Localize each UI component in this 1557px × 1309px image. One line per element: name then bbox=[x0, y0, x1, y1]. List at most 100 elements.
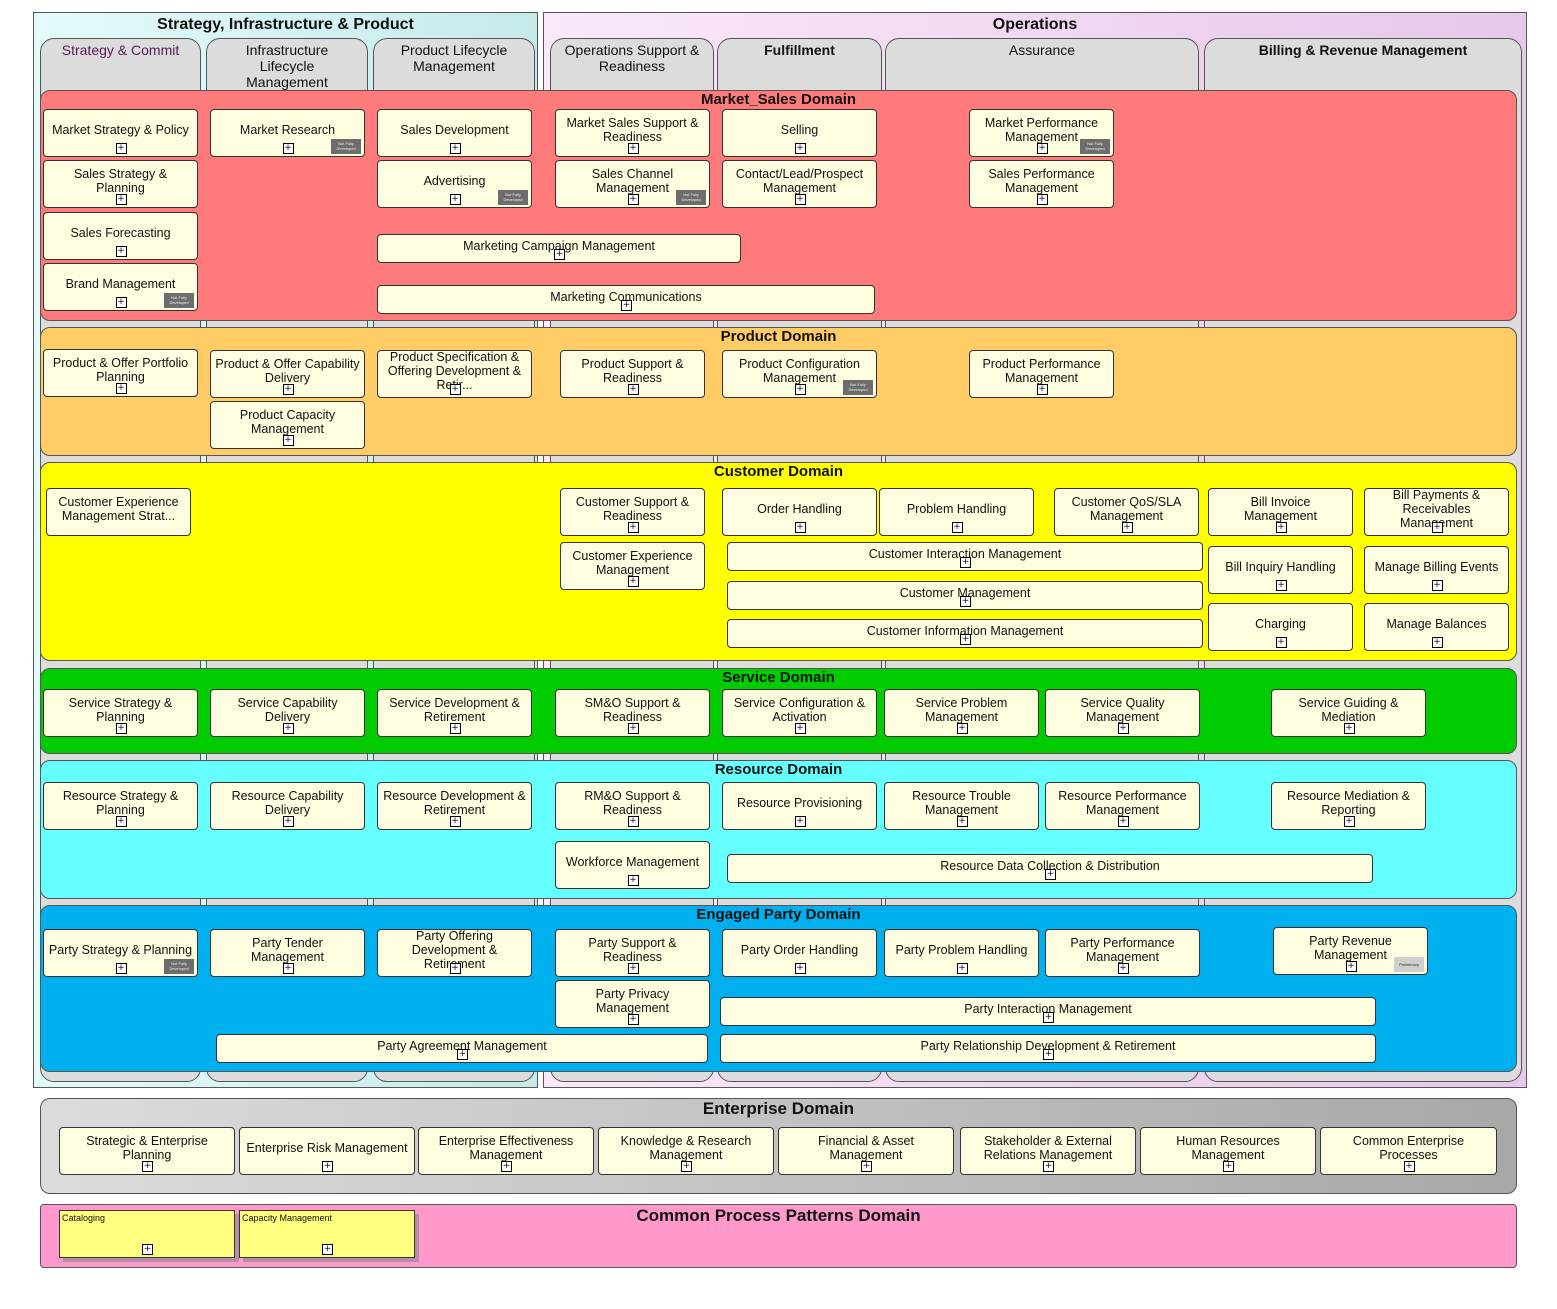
process-customer-experience-management[interactable]: Customer Experience Management + bbox=[560, 542, 705, 590]
process-human-resources-management[interactable]: Human Resources Management + bbox=[1140, 1127, 1316, 1175]
expand-icon[interactable]: + bbox=[457, 1049, 468, 1060]
expand-icon[interactable]: + bbox=[115, 383, 127, 394]
process-product-performance-management[interactable]: Product Performance Management + bbox=[969, 350, 1114, 398]
expand-icon[interactable]: + bbox=[627, 384, 639, 395]
process-party-order-handling[interactable]: Party Order Handling + bbox=[722, 929, 877, 977]
process-sales-development[interactable]: Sales Development + bbox=[377, 109, 532, 157]
process-service-configuration-activation[interactable]: Service Configuration & Activation + bbox=[722, 689, 877, 737]
process-workforce-management[interactable]: Workforce Management + bbox=[555, 841, 710, 889]
process-market-performance-management[interactable]: Market Performance Management + Not Fully … bbox=[969, 109, 1114, 157]
process-customer-information-management[interactable]: Customer Information Management + bbox=[727, 619, 1203, 648]
expand-icon[interactable]: + bbox=[960, 557, 971, 568]
process-party-strategy-planning[interactable]: Party Strategy & Planning + Not Fully Deve… bbox=[43, 929, 198, 977]
expand-icon[interactable]: + bbox=[1117, 963, 1129, 974]
expand-icon[interactable]: + bbox=[142, 1244, 153, 1255]
expand-icon[interactable]: + bbox=[956, 723, 968, 734]
process-party-agreement-management[interactable]: Party Agreement Management + bbox=[216, 1034, 708, 1063]
expand-icon[interactable]: + bbox=[115, 297, 127, 308]
process-party-tender-management[interactable]: Party Tender Management + bbox=[210, 929, 365, 977]
expand-icon[interactable]: + bbox=[794, 723, 806, 734]
process-contact-lead-prospect-management[interactable]: Contact/Lead/Prospect Management + bbox=[722, 160, 877, 208]
expand-icon[interactable]: + bbox=[681, 1161, 692, 1172]
process-party-revenue-management[interactable]: Party Revenue Management + Preliminary bbox=[1273, 927, 1428, 975]
process-customer-qos-sla-management[interactable]: Customer QoS/SLA Management + bbox=[1054, 488, 1199, 536]
expand-icon[interactable]: + bbox=[501, 1161, 512, 1172]
expand-icon[interactable]: + bbox=[794, 194, 806, 205]
expand-icon[interactable]: + bbox=[627, 576, 639, 587]
pattern-cataloging[interactable]: Cataloging + bbox=[59, 1210, 235, 1258]
expand-icon[interactable]: + bbox=[115, 816, 127, 827]
process-market-sales-support-readiness[interactable]: Market Sales Support & Readiness + bbox=[555, 109, 710, 157]
expand-icon[interactable]: + bbox=[1275, 522, 1287, 533]
expand-icon[interactable]: + bbox=[1275, 637, 1287, 648]
expand-icon[interactable]: + bbox=[956, 816, 968, 827]
process-customer-management[interactable]: Customer Management + bbox=[727, 581, 1203, 610]
process-sales-channel-management[interactable]: Sales Channel Management + Not Fully Devel… bbox=[555, 160, 710, 208]
expand-icon[interactable]: + bbox=[449, 194, 461, 205]
process-bill-invoice-management[interactable]: Bill Invoice Management + bbox=[1208, 488, 1353, 536]
process-sales-strategy-planning[interactable]: Sales Strategy & Planning + bbox=[43, 160, 198, 208]
process-enterprise-risk-management[interactable]: Enterprise Risk Management + bbox=[239, 1127, 415, 1175]
expand-icon[interactable]: + bbox=[627, 522, 639, 533]
expand-icon[interactable]: + bbox=[627, 143, 639, 154]
expand-icon[interactable]: + bbox=[1045, 869, 1056, 880]
expand-icon[interactable]: + bbox=[794, 522, 806, 533]
process-product-configuration-management[interactable]: Product Configuration Management + Not Ful… bbox=[722, 350, 877, 398]
process-advertising[interactable]: Advertising + Not Fully Developed bbox=[377, 160, 532, 208]
process-customer-support-readiness[interactable]: Customer Support & Readiness + bbox=[560, 488, 705, 536]
process-resource-development-retirement[interactable]: Resource Development & Retirement + bbox=[377, 782, 532, 830]
process-resource-performance-management[interactable]: Resource Performance Management + bbox=[1045, 782, 1200, 830]
expand-icon[interactable]: + bbox=[627, 1014, 639, 1025]
expand-icon[interactable]: + bbox=[449, 143, 461, 154]
process-knowledge-research-management[interactable]: Knowledge & Research Management + bbox=[598, 1127, 774, 1175]
process-financial-asset-management[interactable]: Financial & Asset Management + bbox=[778, 1127, 954, 1175]
process-smo-support-readiness[interactable]: SM&O Support & Readiness + bbox=[555, 689, 710, 737]
expand-icon[interactable]: + bbox=[322, 1244, 333, 1255]
process-manage-balances[interactable]: Manage Balances + bbox=[1364, 603, 1509, 651]
expand-icon[interactable]: + bbox=[1431, 522, 1443, 533]
process-resource-provisioning[interactable]: Resource Provisioning + bbox=[722, 782, 877, 830]
expand-icon[interactable]: + bbox=[794, 143, 806, 154]
expand-icon[interactable]: + bbox=[627, 723, 639, 734]
process-resource-mediation-reporting[interactable]: Resource Mediation & Reporting + bbox=[1271, 782, 1426, 830]
expand-icon[interactable]: + bbox=[627, 816, 639, 827]
expand-icon[interactable]: + bbox=[115, 246, 127, 257]
expand-icon[interactable]: + bbox=[1121, 522, 1133, 533]
expand-icon[interactable]: + bbox=[627, 875, 639, 886]
process-customer-experience-management-strategy[interactable]: Customer Experience Management Strat... bbox=[46, 488, 191, 536]
process-product-support-readiness[interactable]: Product Support & Readiness + bbox=[560, 350, 705, 398]
process-order-handling[interactable]: Order Handling + bbox=[722, 488, 877, 536]
expand-icon[interactable]: + bbox=[1043, 1012, 1054, 1023]
process-service-problem-management[interactable]: Service Problem Management + bbox=[884, 689, 1039, 737]
expand-icon[interactable]: + bbox=[1431, 637, 1443, 648]
expand-icon[interactable]: + bbox=[449, 384, 461, 395]
process-product-specification-offering-development[interactable]: Product Specification & Offering Develop… bbox=[377, 350, 532, 398]
expand-icon[interactable]: + bbox=[1036, 384, 1048, 395]
process-product-offer-capability-delivery[interactable]: Product & Offer Capability Delivery + bbox=[210, 350, 365, 398]
process-service-strategy-planning[interactable]: Service Strategy & Planning + bbox=[43, 689, 198, 737]
expand-icon[interactable]: + bbox=[282, 435, 294, 446]
expand-icon[interactable]: + bbox=[960, 596, 971, 607]
process-service-development-retirement[interactable]: Service Development & Retirement + bbox=[377, 689, 532, 737]
expand-icon[interactable]: + bbox=[142, 1161, 153, 1172]
expand-icon[interactable]: + bbox=[1345, 961, 1357, 972]
process-party-privacy-management[interactable]: Party Privacy Management + bbox=[555, 980, 710, 1028]
expand-icon[interactable]: + bbox=[1036, 194, 1048, 205]
expand-icon[interactable]: + bbox=[449, 963, 461, 974]
process-sales-performance-management[interactable]: Sales Performance Management + bbox=[969, 160, 1114, 208]
process-resource-trouble-management[interactable]: Resource Trouble Management + bbox=[884, 782, 1039, 830]
expand-icon[interactable]: + bbox=[960, 634, 971, 645]
expand-icon[interactable]: + bbox=[115, 723, 127, 734]
expand-icon[interactable]: + bbox=[1043, 1161, 1054, 1172]
process-resource-data-collection-distribution[interactable]: Resource Data Collection & Distribution + bbox=[727, 854, 1373, 883]
process-sales-forecasting[interactable]: Sales Forecasting + bbox=[43, 212, 198, 260]
process-common-enterprise-processes[interactable]: Common Enterprise Processes + bbox=[1320, 1127, 1497, 1175]
process-selling[interactable]: Selling + bbox=[722, 109, 877, 157]
expand-icon[interactable]: + bbox=[554, 249, 565, 260]
expand-icon[interactable]: + bbox=[627, 963, 639, 974]
expand-icon[interactable]: + bbox=[322, 1161, 333, 1172]
expand-icon[interactable]: + bbox=[449, 723, 461, 734]
expand-icon[interactable]: + bbox=[951, 522, 963, 533]
process-market-strategy-policy[interactable]: Market Strategy & Policy + bbox=[43, 109, 198, 157]
expand-icon[interactable]: + bbox=[1403, 1161, 1415, 1172]
